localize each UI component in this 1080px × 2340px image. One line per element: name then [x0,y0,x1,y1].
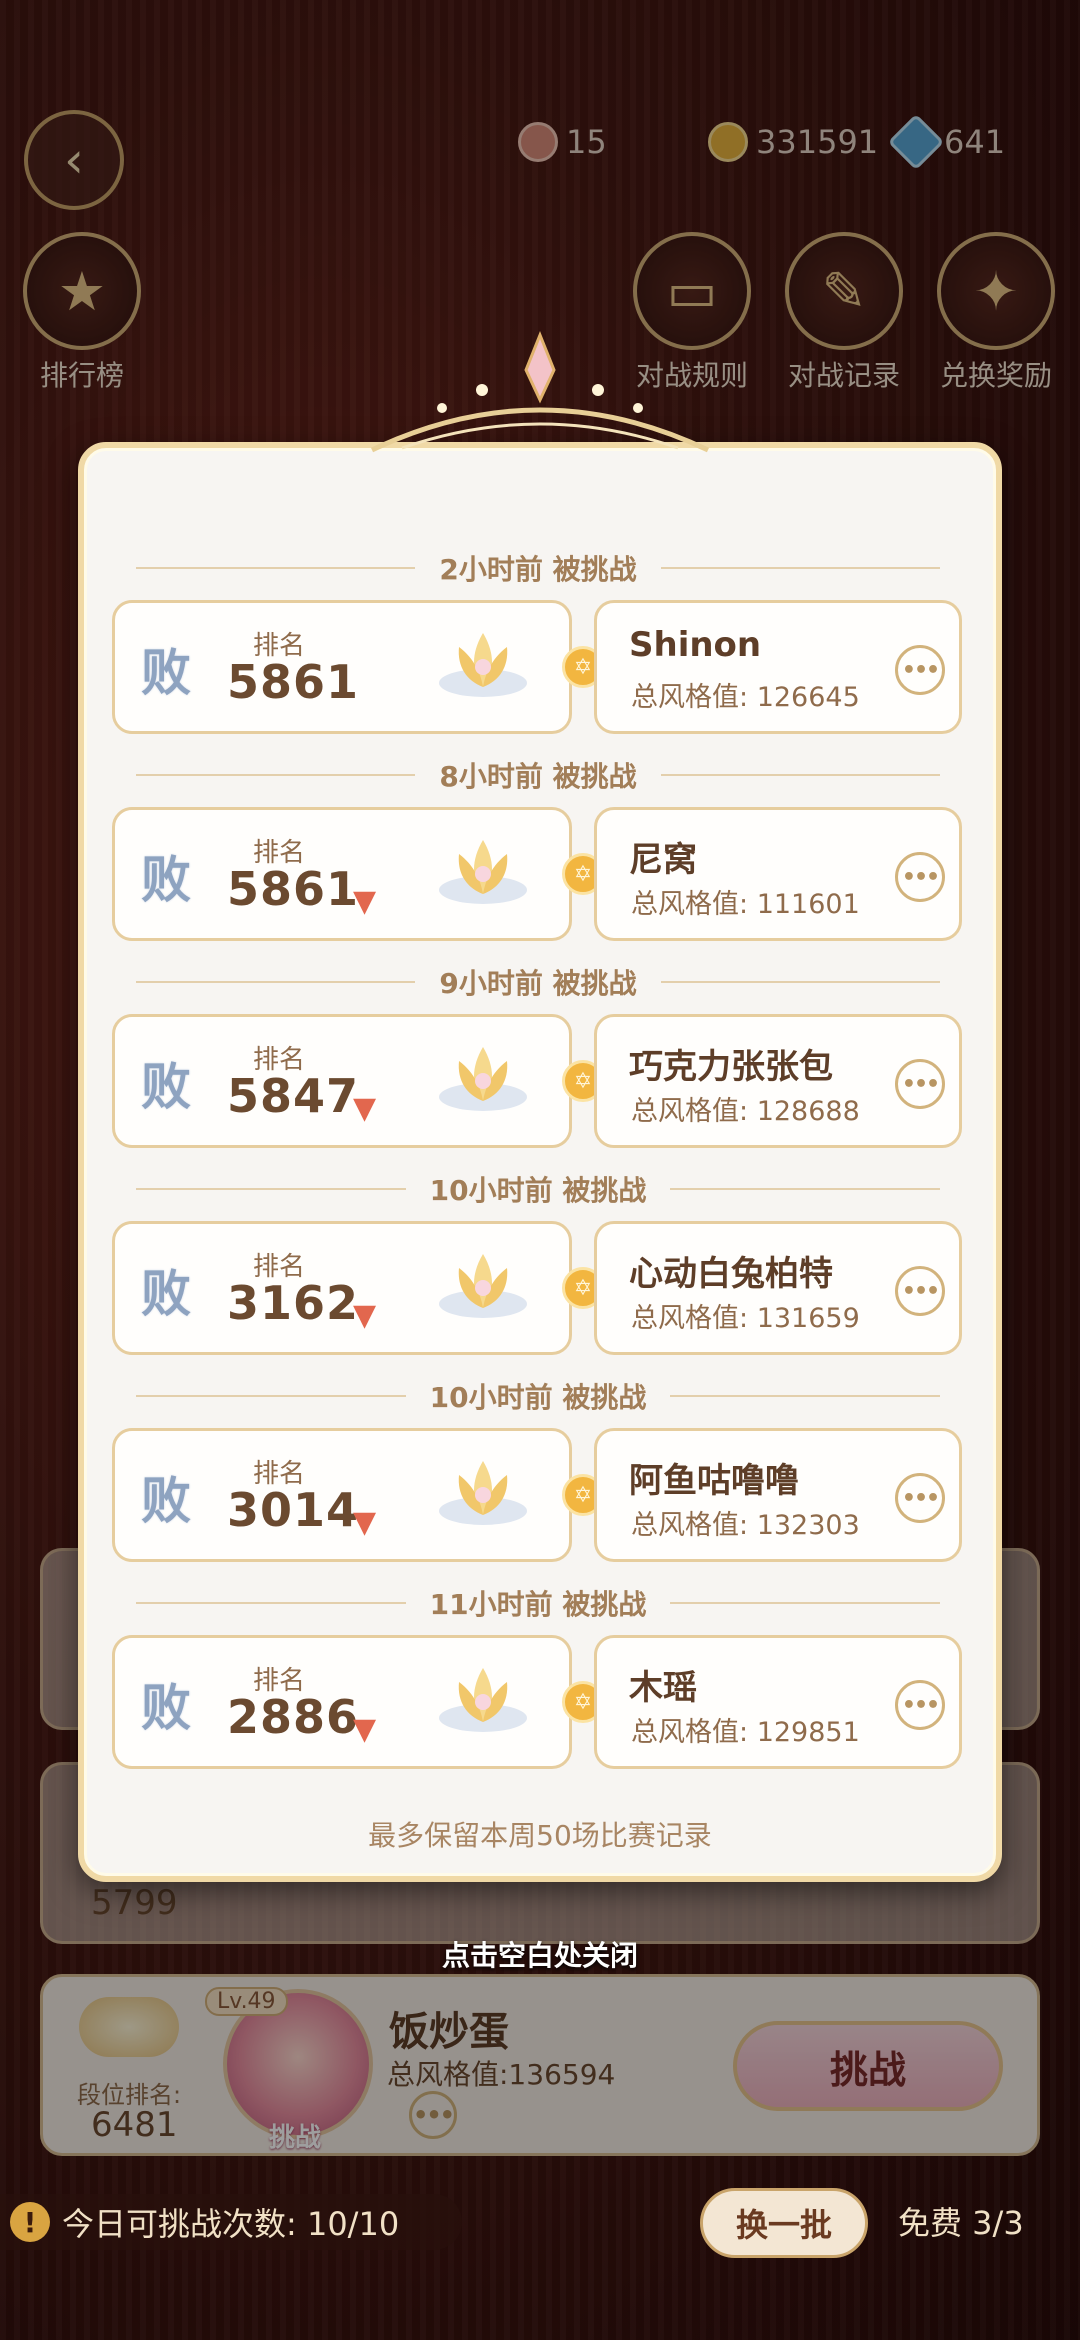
free-refresh-count: 免费 3/3 [898,2204,1024,2242]
daily-attempts: ! 今日可挑战次数: 10/10 [0,2194,462,2250]
style-value: 111601 [756,889,860,920]
record-opponent-card[interactable]: 阿鱼咕噜噜 总风格值: 132303 ••• [594,1428,962,1562]
style-value: 129851 [756,1717,860,1748]
record-rank-card: 败排名 3162 ▼ [112,1221,572,1355]
opponent-style: 总风格值: 111601 [631,882,860,921]
lotus-tier-icon [439,633,527,697]
rank-down-arrow-icon: ▼ [353,1505,377,1540]
record-time: 2小时前 被挑战 [439,553,637,586]
style-label: 总风格值: [631,1303,749,1334]
opponent-style: 总风格值: 126645 [631,675,860,714]
more-options-icon[interactable]: ••• [895,1473,945,1523]
record-opponent-card[interactable]: 巧克力张张包 总风格值: 128688 ••• [594,1014,962,1148]
more-options-icon[interactable]: ••• [895,645,945,695]
opponent-name: 尼窝 [629,840,697,880]
rank-value: 3014 [227,1483,360,1537]
lose-badge: 败 [141,1264,191,1323]
divider [136,981,416,983]
record-time: 10小时前 被挑战 [429,1174,647,1207]
style-label: 总风格值: [631,889,749,920]
lose-badge: 败 [141,850,191,909]
lose-badge: 败 [141,1057,191,1116]
rank-down-arrow-icon: ▼ [353,1298,377,1333]
record-time-header: 2小时前 被挑战 [136,548,941,588]
lose-badge: 败 [141,643,191,702]
lose-badge: 败 [141,1678,191,1737]
close-hint: 点击空白处关闭 [441,1939,638,1972]
rank-value: 5847 [227,1069,360,1123]
style-label: 总风格值: [631,682,749,713]
divider [670,1602,940,1604]
divider [660,567,941,569]
lotus-tier-icon [439,840,527,904]
opponent-name: 木瑶 [629,1668,697,1708]
divider [136,774,416,776]
rank-value: 2886 [227,1690,360,1744]
style-value: 126645 [756,682,860,713]
record-rank-card: 败排名 2886 ▼ [112,1635,572,1769]
opponent-name: Shinon [629,625,762,665]
lotus-tier-icon [439,1668,527,1732]
record-time: 11小时前 被挑战 [429,1588,647,1621]
more-options-icon[interactable]: ••• [895,852,945,902]
rank-value: 5861 [227,862,360,916]
record-rank-card: 败排名 5847 ▼ [112,1014,572,1148]
opponent-name: 阿鱼咕噜噜 [629,1461,799,1501]
refresh-label: 换一批 [735,2206,832,2244]
record-time-header: 10小时前 被挑战 [136,1169,940,1209]
more-options-icon[interactable]: ••• [895,1680,945,1730]
record-time-header: 9小时前 被挑战 [136,962,941,1002]
opponent-style: 总风格值: 128688 [631,1089,860,1128]
divider [670,1188,940,1190]
divider [660,774,941,776]
more-options-icon[interactable]: ••• [895,1059,945,1109]
record-opponent-card[interactable]: 木瑶 总风格值: 129851 ••• [594,1635,962,1769]
crown-ornament-icon [370,330,710,453]
divider [660,981,941,983]
rank-down-arrow-icon: ▼ [353,1091,377,1126]
opponent-style: 总风格值: 132303 [631,1503,860,1542]
record-time: 8小时前 被挑战 [439,760,637,793]
divider [670,1395,940,1397]
opponent-style: 总风格值: 129851 [631,1710,860,1749]
rank-down-arrow-icon: ▼ [353,884,377,919]
record-time-header: 8小时前 被挑战 [136,755,941,795]
opponent-name: 巧克力张张包 [629,1047,833,1087]
lotus-tier-icon [439,1254,527,1318]
rank-value: 3162 [227,1276,360,1330]
record-opponent-card[interactable]: Shinon 总风格值: 126645 ••• [594,600,962,734]
record-limit-note: 最多保留本周50场比赛记录 [368,1819,712,1852]
lose-badge: 败 [141,1471,191,1530]
divider [136,1395,406,1397]
style-label: 总风格值: [631,1096,749,1127]
lotus-tier-icon [439,1047,527,1111]
record-rank-card: 败排名 5861 ▼ [112,807,572,941]
divider [136,1602,406,1604]
record-rank-card: 败排名 3014 ▼ [112,1428,572,1562]
record-rank-card: 败排名 5861 [112,600,572,734]
record-time: 10小时前 被挑战 [429,1381,647,1414]
record-opponent-card[interactable]: 心动白兔柏特 总风格值: 131659 ••• [594,1221,962,1355]
exclamation-icon: ! [10,2202,50,2242]
divider [136,567,416,569]
divider [136,1188,406,1190]
style-value: 128688 [756,1096,860,1127]
style-label: 总风格值: [631,1717,749,1748]
record-time-header: 11小时前 被挑战 [136,1583,940,1623]
rank-down-arrow-icon: ▼ [353,1712,377,1747]
refresh-button[interactable]: 换一批 [700,2188,868,2258]
lotus-tier-icon [439,1461,527,1525]
record-time: 9小时前 被挑战 [439,967,637,1000]
rank-value: 5861 [227,655,360,709]
daily-attempts-text: 今日可挑战次数: 10/10 [62,2205,400,2243]
record-time-header: 10小时前 被挑战 [136,1376,940,1416]
record-opponent-card[interactable]: 尼窝 总风格值: 111601 ••• [594,807,962,941]
more-options-icon[interactable]: ••• [895,1266,945,1316]
style-value: 131659 [756,1303,860,1334]
opponent-style: 总风格值: 131659 [631,1296,860,1335]
style-label: 总风格值: [631,1510,749,1541]
style-value: 132303 [756,1510,860,1541]
opponent-name: 心动白兔柏特 [629,1254,833,1294]
